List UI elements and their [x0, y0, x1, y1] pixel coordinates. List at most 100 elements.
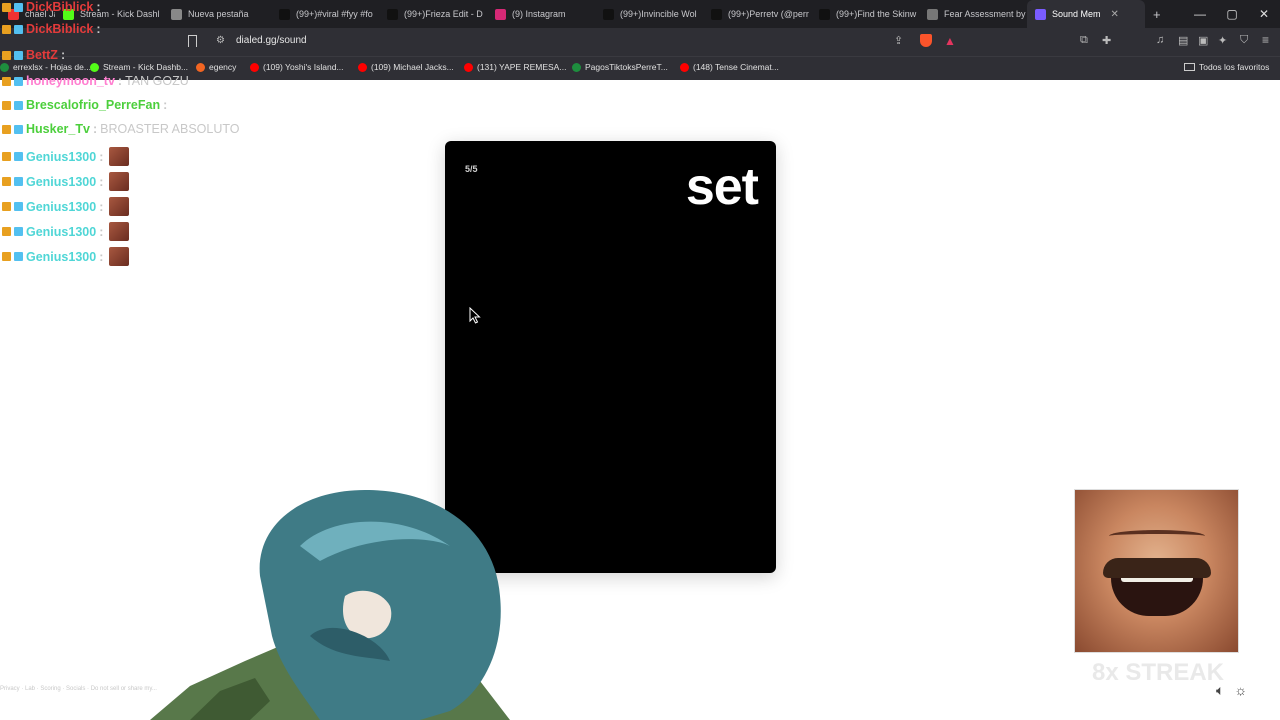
brave-rewards-icon[interactable]: ▲ [944, 34, 956, 48]
volume-icon[interactable]: 🔈︎ [1216, 682, 1224, 699]
url-field[interactable]: dialed.gg/sound [236, 35, 307, 46]
chat-message: Genius1300: [2, 222, 130, 241]
chat-text: BROASTER ABSOLUTO [100, 122, 240, 136]
subscriber-badge-icon [14, 227, 23, 236]
chat-message: BettZ: [2, 48, 68, 62]
footer-links[interactable]: Privacy · Lab · Scoring · Socials · Do n… [0, 686, 157, 692]
share-icon[interactable]: ⇪ [894, 34, 903, 47]
brave-shield-icon[interactable] [920, 34, 932, 47]
bookmark-item[interactable]: (109) Michael Jacks... [358, 62, 454, 72]
chat-message: DickBiblick: [2, 0, 104, 14]
chat-message: Genius1300: [2, 197, 130, 216]
bookmark-item[interactable]: Stream - Kick Dashb... [90, 62, 188, 72]
bookmark-item[interactable]: PagosTiktoksPerreT... [572, 62, 668, 72]
tab-label: (99+)Frieza Edit - D [404, 9, 483, 19]
chat-separator: : [163, 98, 168, 112]
media-icon[interactable]: ♫ [1156, 34, 1164, 46]
browser-tab[interactable]: (99+)#viral #fyy #fo [271, 0, 379, 28]
tab-favicon-icon [927, 8, 938, 20]
tab-label: Nueva pestaña [188, 9, 249, 19]
subscriber-badge-icon [14, 2, 23, 12]
bookmark-label: PagosTiktoksPerreT... [585, 62, 668, 72]
bookmark-favicon-icon [680, 62, 689, 72]
chat-separator: : [99, 149, 104, 164]
close-tab-icon[interactable]: ✕ [1111, 9, 1119, 20]
vpn-icon[interactable]: ⛉ [1240, 34, 1248, 47]
chat-username: Genius1300 [26, 174, 97, 189]
bookmark-item[interactable]: (148) Tense Cinemat... [680, 62, 779, 72]
bookmark-label: egency [209, 62, 237, 72]
bookmark-favicon-icon [250, 62, 259, 72]
chat-username: Brescalofrio_PerreFan [26, 98, 161, 112]
browser-tab[interactable]: (99+)Find the Skinw [811, 0, 919, 28]
browser-tab[interactable]: (99+)Frieza Edit - D [379, 0, 487, 28]
subscriber-badge-icon [14, 202, 23, 211]
chat-message: Genius1300: [2, 147, 130, 166]
wallet-icon[interactable]: ▣ [1198, 34, 1208, 47]
new-tab-button[interactable]: + [1145, 0, 1169, 28]
bookmark-icon[interactable] [188, 35, 197, 47]
chat-emote-icon [109, 222, 130, 241]
tab-favicon-icon [711, 8, 722, 20]
browser-tab[interactable]: (9) Instagram [487, 0, 595, 28]
menu-icon[interactable]: ≡ [1262, 33, 1269, 47]
theme-toggle-icon[interactable]: ☼ [1234, 682, 1247, 699]
bookmark-item[interactable]: errexlsx - Hojas de... [0, 62, 91, 72]
bookmark-favicon-icon [572, 62, 581, 72]
subscriber-badge-icon [14, 124, 23, 134]
extensions-icon[interactable]: ⧉ [1080, 34, 1088, 47]
sidebar-icon[interactable]: ▤ [1178, 34, 1188, 47]
leo-ai-icon[interactable]: ✦ [1218, 34, 1227, 47]
chat-message: Genius1300: [2, 247, 130, 266]
bookmark-item[interactable]: (131) YAPE REMESA... [464, 62, 566, 72]
browser-tab[interactable]: Fear Assessment by [919, 0, 1027, 28]
chat-separator: : [92, 122, 98, 136]
chat-emote-icon [109, 147, 130, 166]
crown-badge-icon [2, 76, 11, 86]
tab-favicon-icon [171, 8, 182, 20]
meme-mustache [1103, 558, 1211, 578]
chat-username: Genius1300 [26, 249, 97, 264]
maximize-button[interactable]: ▢ [1216, 0, 1248, 28]
chat-message: DickBiblick: [2, 22, 104, 36]
subscriber-badge-icon [14, 252, 23, 261]
chat-username: DickBiblick [26, 0, 94, 14]
chat-username: Genius1300 [26, 224, 97, 239]
chat-emote-icon [109, 247, 130, 266]
chat-username: Genius1300 [26, 199, 97, 214]
chat-message: Genius1300: [2, 172, 130, 191]
chat-separator: : [99, 249, 104, 264]
round-counter: 5/5 [465, 164, 478, 174]
chat-separator: : [99, 174, 104, 189]
tab-label: (99+)Find the Skinw [836, 9, 917, 19]
browser-tab[interactable]: Nueva pestaña [163, 0, 271, 28]
crown-badge-icon [2, 2, 11, 12]
bookmark-item[interactable]: egency [196, 62, 236, 72]
streak-counter: 8x STREAK [1091, 659, 1225, 686]
bookmark-label: Stream - Kick Dashb... [103, 62, 189, 72]
card-word: set [685, 158, 759, 216]
chat-username: DickBiblick [26, 22, 94, 36]
tab-label: (9) Instagram [512, 9, 566, 19]
browser-tab[interactable]: (99+)Perretv (@perr [703, 0, 811, 28]
crown-badge-icon [2, 252, 11, 261]
site-settings-icon[interactable]: ⚙ [216, 35, 225, 46]
tab-favicon-icon [495, 8, 506, 20]
browser-tab[interactable]: (99+)Invincible Wol [595, 0, 703, 28]
browser-tab[interactable]: Sound Mem ✕ [1027, 0, 1145, 28]
bookmark-favicon-icon [196, 62, 205, 72]
subscriber-badge-icon [14, 177, 23, 186]
chat-separator: : [117, 74, 123, 88]
bookmark-item[interactable]: (109) Yoshi's Island... [250, 62, 344, 72]
minimize-button[interactable]: — [1184, 0, 1216, 28]
bookmark-label: (148) Tense Cinemat... [693, 62, 779, 72]
all-favorites-folder[interactable]: Todos los favoritos [1184, 62, 1269, 72]
chat-separator: : [96, 22, 101, 36]
tab-label: (99+)Perretv (@perr [728, 9, 809, 19]
close-window-button[interactable]: ✕ [1248, 0, 1280, 28]
tab-label: (99+)Invincible Wol [620, 9, 697, 19]
bookmark-favicon-icon [0, 62, 9, 72]
crown-badge-icon [2, 100, 11, 110]
bookmark-label: (109) Yoshi's Island... [263, 62, 344, 72]
puzzle-icon[interactable]: ✚ [1102, 34, 1111, 47]
